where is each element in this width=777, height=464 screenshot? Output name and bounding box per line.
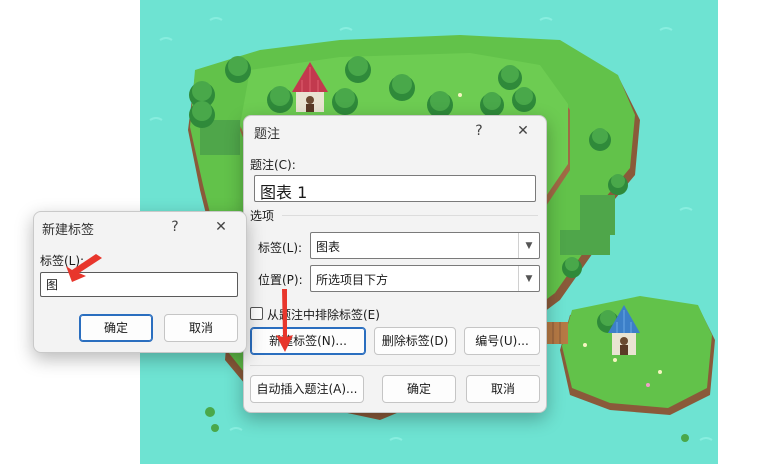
new-label-ok-button[interactable]: 确定 [79,314,153,342]
new-label-dialog-title: 新建标签 [42,223,95,238]
label-field-label: 标签(L): [258,241,303,255]
delete-label-button[interactable]: 删除标签(D) [374,327,456,355]
new-label-cancel-button[interactable]: 取消 [164,314,238,342]
close-icon[interactable]: ✕ [512,121,534,141]
caption-dialog: 题注 ? ✕ 题注(C): 图表 1 选项 标签(L): 图表 ▼ 位置(P):… [243,115,547,413]
new-label-dialog-titlebar[interactable]: 新建标签 ? ✕ [34,212,246,242]
caption-dialog-title: 题注 [254,127,281,142]
position-select[interactable]: 所选项目下方 ▼ [310,265,540,292]
chevron-down-icon[interactable]: ▼ [518,233,539,258]
close-icon[interactable]: ✕ [210,217,232,237]
caption-input-value: 图表 1 [260,183,308,202]
new-label-button[interactable]: 新建标签(N)... [250,327,366,355]
caption-label: 题注(C): [250,158,296,172]
new-label-dialog: 新建标签 ? ✕ 标签(L): 图 确定 取消 [33,211,247,353]
options-divider [282,215,538,216]
chevron-down-icon[interactable]: ▼ [518,266,539,291]
label-select[interactable]: 图表 ▼ [310,232,540,259]
help-icon[interactable]: ? [468,121,490,141]
buttons-divider [250,365,540,366]
position-field-label: 位置(P): [258,273,303,287]
autocaption-button[interactable]: 自动插入题注(A)... [250,375,364,403]
label-select-value: 图表 [316,240,341,254]
options-group-label: 选项 [250,209,275,223]
position-select-value: 所选项目下方 [316,273,389,287]
new-label-field-label: 标签(L): [40,254,85,268]
exclude-label-text[interactable]: 从题注中排除标签(E) [267,306,380,323]
new-label-input[interactable]: 图 [40,272,238,297]
numbering-button[interactable]: 编号(U)... [464,327,540,355]
cancel-button[interactable]: 取消 [466,375,540,403]
caption-dialog-titlebar[interactable]: 题注 ? ✕ [244,116,546,146]
new-label-input-value: 图 [46,278,59,292]
exclude-label-checkbox[interactable] [250,307,263,320]
ok-button[interactable]: 确定 [382,375,456,403]
help-icon[interactable]: ? [164,217,186,237]
caption-input[interactable]: 图表 1 [254,175,536,202]
